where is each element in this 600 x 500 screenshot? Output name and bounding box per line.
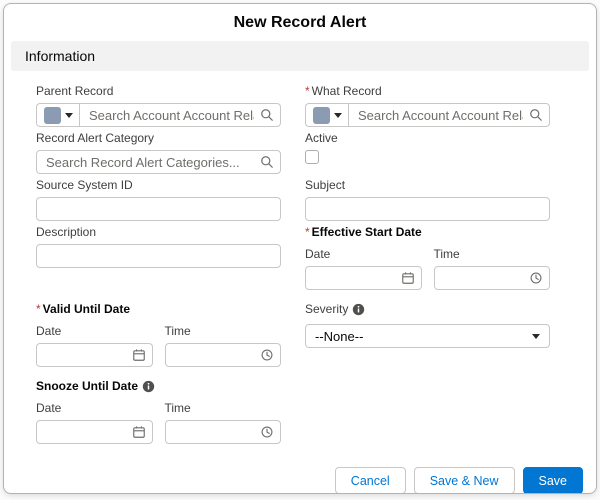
parent-record-search-input[interactable] (79, 103, 281, 127)
save-and-new-button[interactable]: Save & New (414, 467, 515, 494)
field-what-record: *What Record (305, 84, 550, 127)
calendar-icon[interactable] (132, 425, 146, 439)
field-severity: Severity --None-- (305, 302, 550, 348)
parent-record-entity-selector-button[interactable] (36, 103, 79, 127)
form-area: Parent Record *What Record (4, 71, 596, 456)
source-system-id-input[interactable] (36, 197, 281, 221)
parent-record-label: Parent Record (36, 84, 281, 99)
required-asterisk: * (305, 225, 310, 239)
field-group-snooze-until-date: Snooze Until Date Date Time (36, 379, 281, 444)
chevron-down-icon (334, 113, 342, 118)
chevron-down-icon (65, 113, 73, 118)
clock-icon[interactable] (260, 348, 274, 362)
valid-until-date-label: *Valid Until Date (36, 302, 281, 317)
info-icon[interactable] (142, 380, 155, 393)
field-parent-record: Parent Record (36, 84, 281, 127)
new-record-alert-modal: New Record Alert Information Parent Reco… (3, 3, 597, 494)
field-record-alert-category: Record Alert Category (36, 131, 281, 174)
clock-icon[interactable] (529, 271, 543, 285)
date-sublabel: Date (36, 401, 153, 416)
record-alert-category-search-input[interactable] (36, 150, 281, 174)
active-checkbox[interactable] (305, 150, 319, 164)
field-subject: Subject (305, 178, 550, 221)
calendar-icon[interactable] (132, 348, 146, 362)
severity-select[interactable]: --None-- (305, 324, 550, 348)
field-group-valid-until-date: *Valid Until Date Date Time (36, 302, 281, 367)
chevron-down-icon (532, 334, 540, 339)
record-alert-category-label: Record Alert Category (36, 131, 281, 146)
time-sublabel: Time (434, 247, 551, 262)
search-icon (529, 108, 543, 122)
what-record-search-input[interactable] (348, 103, 550, 127)
date-sublabel: Date (305, 247, 422, 262)
cancel-button[interactable]: Cancel (335, 467, 406, 494)
description-label: Description (36, 225, 281, 240)
search-icon (260, 155, 274, 169)
subject-input[interactable] (305, 197, 550, 221)
info-icon[interactable] (352, 303, 365, 316)
severity-label: Severity (305, 302, 550, 317)
severity-selected-value: --None-- (315, 329, 363, 344)
record-entity-icon (44, 107, 61, 124)
required-asterisk: * (305, 84, 310, 98)
modal-title: New Record Alert (20, 14, 580, 32)
clock-icon[interactable] (260, 425, 274, 439)
field-description: Description (36, 225, 281, 268)
modal-header: New Record Alert (4, 4, 596, 41)
source-system-id-label: Source System ID (36, 178, 281, 193)
what-record-entity-selector-button[interactable] (305, 103, 348, 127)
what-record-label: *What Record (305, 84, 550, 99)
description-input[interactable] (36, 244, 281, 268)
time-sublabel: Time (165, 401, 282, 416)
section-header-information: Information (11, 41, 589, 71)
field-active: Active (305, 131, 550, 164)
search-icon (260, 108, 274, 122)
subject-label: Subject (305, 178, 550, 193)
date-sublabel: Date (36, 324, 153, 339)
record-entity-icon (313, 107, 330, 124)
field-source-system-id: Source System ID (36, 178, 281, 221)
modal-footer: Cancel Save & New Save (4, 456, 596, 494)
required-asterisk: * (36, 302, 41, 316)
snooze-until-date-label: Snooze Until Date (36, 379, 281, 394)
save-button[interactable]: Save (523, 467, 584, 494)
time-sublabel: Time (165, 324, 282, 339)
field-group-effective-start-date: *Effective Start Date Date Time (305, 225, 550, 290)
calendar-icon[interactable] (401, 271, 415, 285)
active-label: Active (305, 131, 550, 146)
effective-start-date-label: *Effective Start Date (305, 225, 550, 240)
